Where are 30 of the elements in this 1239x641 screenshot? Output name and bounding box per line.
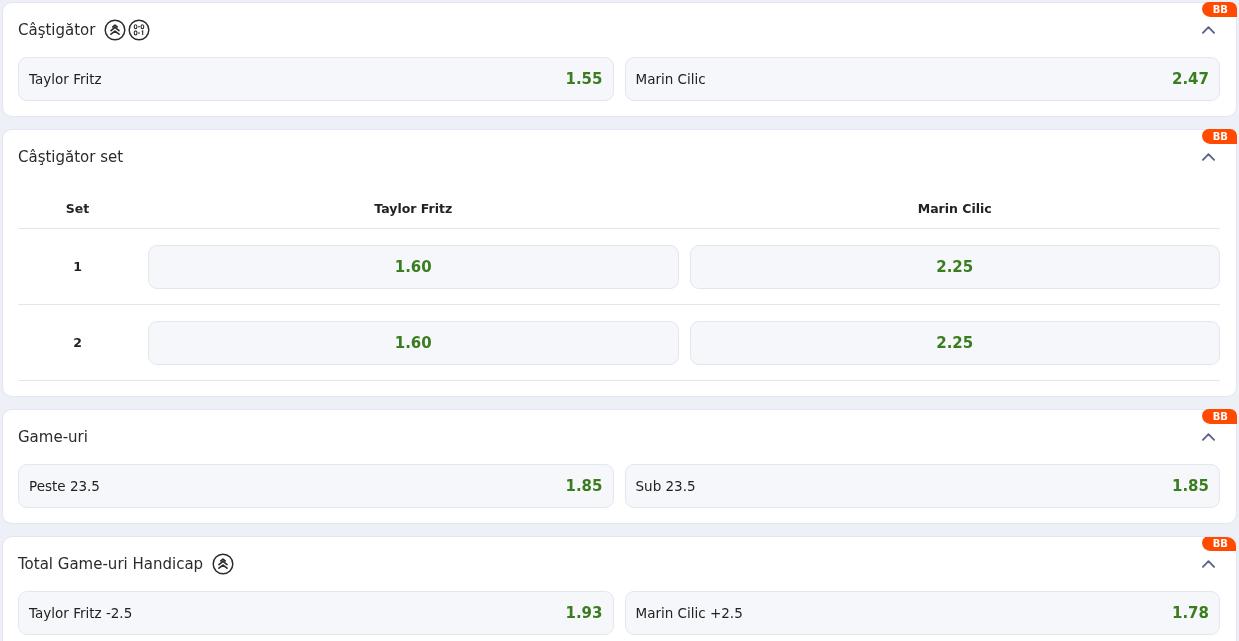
odds-button[interactable]: Sub 23.5 1.85 (624, 464, 1220, 508)
odds-button[interactable]: Taylor Fritz -2.5 1.93 (18, 591, 614, 635)
score-circle-icon (128, 19, 151, 41)
odds-button[interactable]: Peste 23.5 1.85 (18, 464, 614, 508)
odds-button[interactable]: Taylor Fritz 1.55 (18, 57, 614, 101)
table-cell: 2 (73, 335, 82, 350)
odds-button[interactable]: 2.25 (689, 320, 1220, 365)
market-title: Câştigător (18, 21, 96, 39)
table-cell: 1 (73, 259, 82, 274)
odds-button[interactable]: 2.25 (689, 244, 1220, 289)
odds-button[interactable]: 1.60 (148, 244, 679, 289)
market-title: Total Game-uri Handicap (18, 555, 204, 573)
chevrons-up-circle-icon (104, 19, 127, 41)
chevrons-up-circle-icon (212, 553, 235, 575)
chevron-up-icon[interactable] (1202, 153, 1215, 161)
column-header: Taylor Fritz (374, 200, 453, 216)
promo-badge: BB (1201, 409, 1237, 424)
column-header: Set (65, 200, 90, 216)
promo-badge: BB (1201, 537, 1236, 551)
chevron-up-icon[interactable] (1202, 560, 1215, 568)
odds-button[interactable]: Marin Cilic +2.5 1.78 (624, 591, 1220, 635)
market-title: Câştigător set (18, 148, 124, 166)
column-header: Marin Cilic (917, 200, 992, 216)
promo-badge: BB (1201, 129, 1237, 144)
odds-button[interactable]: Marin Cilic 2.47 (624, 57, 1220, 101)
promo-badge: BB (1201, 2, 1237, 17)
chevron-up-icon[interactable] (1202, 26, 1215, 34)
market-title: Game-uri (18, 428, 88, 446)
chevron-up-icon[interactable] (1202, 433, 1215, 441)
odds-button[interactable]: 1.60 (148, 320, 679, 365)
